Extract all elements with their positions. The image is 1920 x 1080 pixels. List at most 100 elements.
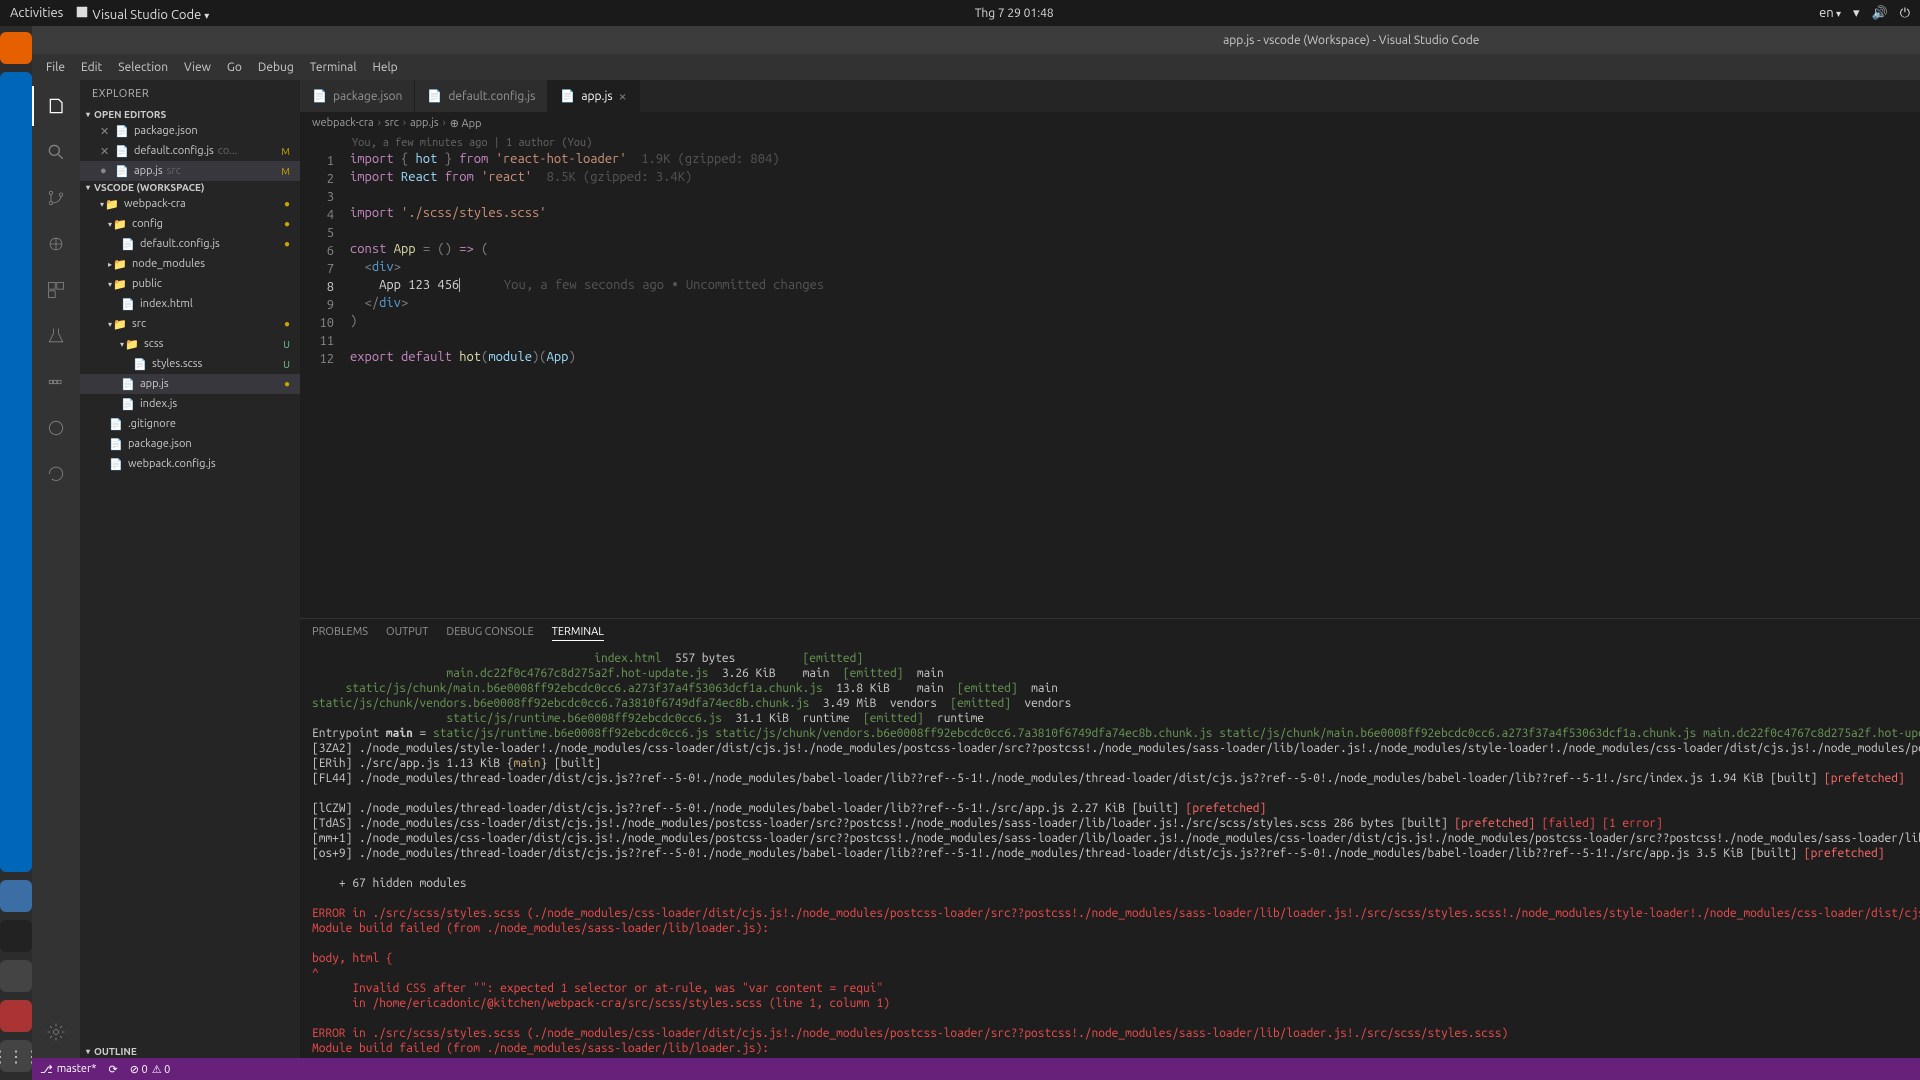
open-editor-item[interactable]: ✕📄package.json	[80, 121, 300, 141]
breadcrumb[interactable]: webpack-cra›src›app.js›⊕ App	[300, 112, 1920, 134]
menubar: FileEditSelectionViewGoDebugTerminalHelp	[32, 54, 1920, 80]
activity-debug[interactable]	[32, 224, 80, 264]
menu-view[interactable]: View	[178, 59, 217, 76]
line-gutter: 123456789101112	[300, 134, 350, 618]
beaker-icon	[46, 326, 66, 346]
breadcrumb-segment[interactable]: webpack-cra	[312, 117, 374, 129]
breadcrumb-segment[interactable]: src	[385, 117, 399, 129]
code-line[interactable]	[350, 186, 1920, 204]
network-icon[interactable]: ▾	[1853, 6, 1860, 21]
tab-default-config-js[interactable]: 📄default.config.js	[415, 80, 548, 112]
terminal-output[interactable]: index.html 557 bytes [emitted] main.dc22…	[300, 647, 1920, 1058]
window-title: app.js - vscode (Workspace) - Visual Stu…	[40, 34, 1920, 47]
dock-files[interactable]	[0, 880, 32, 912]
code-editor[interactable]: 123456789101112 You, a few minutes ago |…	[300, 134, 1920, 618]
dock-show-apps[interactable]: ⋮⋮⋮	[0, 1040, 32, 1072]
activity-test[interactable]	[32, 316, 80, 356]
code-line[interactable]: import './scss/styles.scss'	[350, 204, 1920, 222]
breadcrumb-segment[interactable]: ⊕ App	[450, 117, 482, 130]
activity-extensions[interactable]	[32, 270, 80, 310]
tab-close-icon[interactable]: ×	[619, 88, 627, 104]
activity-gitlens[interactable]	[32, 408, 80, 448]
panel-tab-problems[interactable]: Problems	[312, 626, 368, 641]
activity-settings[interactable]	[32, 1012, 80, 1052]
js-icon: 📄	[427, 89, 442, 103]
activities-button[interactable]: Activities	[10, 6, 63, 20]
code-line[interactable]: App 123 456 You, a few seconds ago • Unc…	[350, 276, 1920, 294]
section-outline[interactable]: Outline	[80, 1045, 300, 1058]
activity-more[interactable]	[32, 454, 80, 494]
breadcrumb-segment[interactable]: app.js	[410, 117, 439, 129]
panel-tab-terminal[interactable]: Terminal	[552, 626, 604, 641]
folder-scss[interactable]: 📁scssU	[80, 334, 300, 354]
file-index-html[interactable]: 📄index.html	[80, 294, 300, 314]
open-editor-item[interactable]: ●📄app.js srcM	[80, 161, 300, 181]
js-icon: 📄	[560, 89, 575, 103]
menu-selection[interactable]: Selection	[112, 59, 174, 76]
code-line[interactable]: export default hot(module)(App)	[350, 348, 1920, 366]
active-app[interactable]: Visual Studio Code	[75, 5, 209, 22]
menu-terminal[interactable]: Terminal	[304, 59, 363, 76]
section-workspace[interactable]: vscode (Workspace)	[80, 181, 300, 194]
code-line[interactable]: import React from 'react' 8.5K (gzipped:…	[350, 168, 1920, 186]
open-editor-item[interactable]: ✕📄default.config.js co...M	[80, 141, 300, 161]
dock-app-6[interactable]	[0, 1000, 32, 1032]
menu-edit[interactable]: Edit	[75, 59, 108, 76]
code-line[interactable]: const App = () => (	[350, 240, 1920, 258]
bottom-panel: ProblemsOutputDebug ConsoleTerminal 1: n…	[300, 618, 1920, 1058]
folder-public[interactable]: 📁public	[80, 274, 300, 294]
statusbar: ⎇ master* ⟳ ⊘ 0 ⚠ 0 👤 You, a few seconds…	[32, 1058, 1920, 1080]
file-app-js[interactable]: 📄app.js●	[80, 374, 300, 394]
activity-scm[interactable]	[32, 178, 80, 218]
file-default-config-js[interactable]: 📄default.config.js●	[80, 234, 300, 254]
gnome-dock: ⋮⋮⋮	[0, 26, 32, 1080]
code-line[interactable]: import { hot } from 'react-hot-loader' 1…	[350, 150, 1920, 168]
clock[interactable]: Thg 7 29 01:48	[209, 7, 1819, 20]
menu-go[interactable]: Go	[221, 59, 248, 76]
file-webpack-config-js[interactable]: 📄webpack.config.js	[80, 454, 300, 474]
folder-webpack-cra[interactable]: 📁webpack-cra●	[80, 194, 300, 214]
menu-debug[interactable]: Debug	[252, 59, 300, 76]
code-line[interactable]	[350, 222, 1920, 240]
bug-icon	[46, 234, 66, 254]
json-icon: 📄	[312, 89, 327, 103]
code-lens[interactable]: You, a few minutes ago | 1 author (You)	[350, 134, 1920, 150]
dock-firefox[interactable]	[0, 32, 32, 64]
refresh-icon	[46, 464, 66, 484]
file-index-js[interactable]: 📄index.js	[80, 394, 300, 414]
file-package-json[interactable]: 📄package.json	[80, 434, 300, 454]
code-line[interactable]: </div>	[350, 294, 1920, 312]
activity-explorer[interactable]	[32, 86, 80, 126]
tab-app-js[interactable]: 📄app.js×	[548, 80, 639, 112]
panel-tab-output[interactable]: Output	[386, 626, 428, 641]
code-line[interactable]: )	[350, 312, 1920, 330]
menu-file[interactable]: File	[40, 59, 71, 76]
power-icon[interactable]: ⏻	[1900, 6, 1910, 21]
vscode-icon	[75, 5, 89, 19]
dock-app-5[interactable]	[0, 960, 32, 992]
code-line[interactable]	[350, 330, 1920, 348]
code-content[interactable]: You, a few minutes ago | 1 author (You)i…	[350, 134, 1920, 618]
folder-src[interactable]: 📁src●	[80, 314, 300, 334]
section-open-editors[interactable]: Open Editors	[80, 108, 300, 121]
tab-package-json[interactable]: 📄package.json	[300, 80, 415, 112]
volume-icon[interactable]: 🔊	[1872, 6, 1888, 21]
code-line[interactable]: <div>	[350, 258, 1920, 276]
status-errors[interactable]: ⊘ 0 ⚠ 0	[130, 1063, 171, 1076]
input-lang[interactable]: en	[1819, 6, 1841, 20]
status-sync[interactable]: ⟳	[109, 1063, 118, 1076]
panel-tab-debug-console[interactable]: Debug Console	[446, 626, 533, 641]
activity-docker[interactable]	[32, 362, 80, 402]
branch-icon	[46, 188, 66, 208]
status-branch[interactable]: ⎇ master*	[40, 1063, 97, 1076]
activity-search[interactable]	[32, 132, 80, 172]
folder-node_modules[interactable]: 📁node_modules	[80, 254, 300, 274]
window-titlebar: app.js - vscode (Workspace) - Visual Stu…	[32, 26, 1920, 54]
vscode-window: app.js - vscode (Workspace) - Visual Stu…	[32, 26, 1920, 1080]
dock-vscode[interactable]	[0, 72, 32, 872]
file-styles-scss[interactable]: 📄styles.scssU	[80, 354, 300, 374]
dock-terminal[interactable]	[0, 920, 32, 952]
file--gitignore[interactable]: 📄.gitignore	[80, 414, 300, 434]
folder-config[interactable]: 📁config●	[80, 214, 300, 234]
menu-help[interactable]: Help	[366, 59, 403, 76]
